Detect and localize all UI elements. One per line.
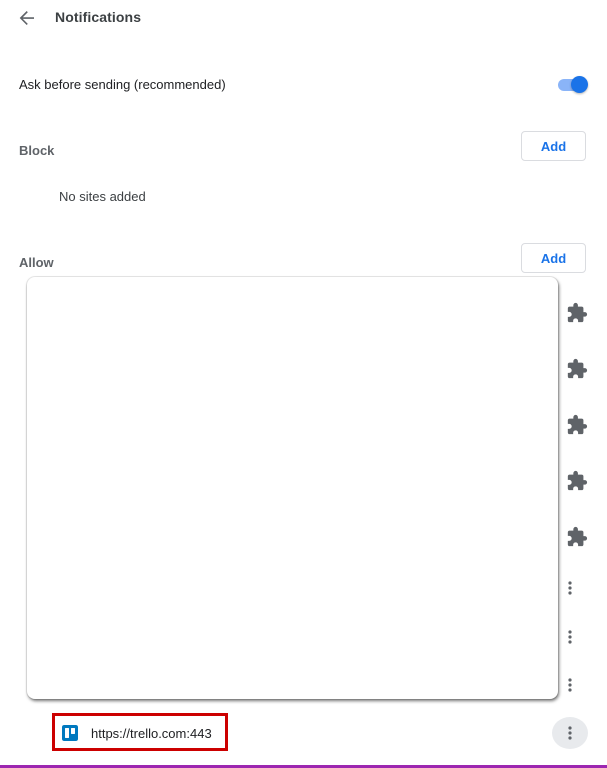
block-section-label: Block xyxy=(19,143,55,158)
site-more-actions-button[interactable] xyxy=(552,717,588,749)
puzzle-piece-icon[interactable] xyxy=(566,302,588,324)
more-actions-button[interactable] xyxy=(556,671,584,699)
trello-icon xyxy=(62,725,78,741)
toggle-knob xyxy=(571,76,588,93)
page-title: Notifications xyxy=(55,9,142,25)
site-url: https://trello.com:443 xyxy=(91,726,212,741)
more-vert-icon xyxy=(568,630,572,644)
more-vert-icon xyxy=(568,678,572,692)
arrow-back-icon xyxy=(19,11,34,25)
allowed-site-row[interactable]: https://trello.com:443 xyxy=(52,713,228,751)
puzzle-piece-icon[interactable] xyxy=(566,470,588,492)
more-actions-button[interactable] xyxy=(556,623,584,651)
allow-section-label: Allow xyxy=(19,255,54,270)
allow-add-button[interactable]: Add xyxy=(521,243,586,273)
block-empty-text: No sites added xyxy=(59,189,146,204)
page-header: Notifications xyxy=(0,0,607,36)
more-vert-icon xyxy=(568,581,572,595)
puzzle-piece-icon[interactable] xyxy=(566,526,588,548)
more-actions-button[interactable] xyxy=(556,574,584,602)
more-vert-icon xyxy=(568,726,572,740)
site-popup-panel xyxy=(27,277,558,699)
ask-before-sending-toggle[interactable] xyxy=(556,76,588,94)
back-button[interactable] xyxy=(14,5,40,31)
puzzle-piece-icon[interactable] xyxy=(566,414,588,436)
block-add-button[interactable]: Add xyxy=(521,131,586,161)
notifications-settings-page: Notifications Ask before sending (recomm… xyxy=(0,0,607,768)
ask-before-sending-label: Ask before sending (recommended) xyxy=(19,77,226,92)
puzzle-piece-icon[interactable] xyxy=(566,358,588,380)
